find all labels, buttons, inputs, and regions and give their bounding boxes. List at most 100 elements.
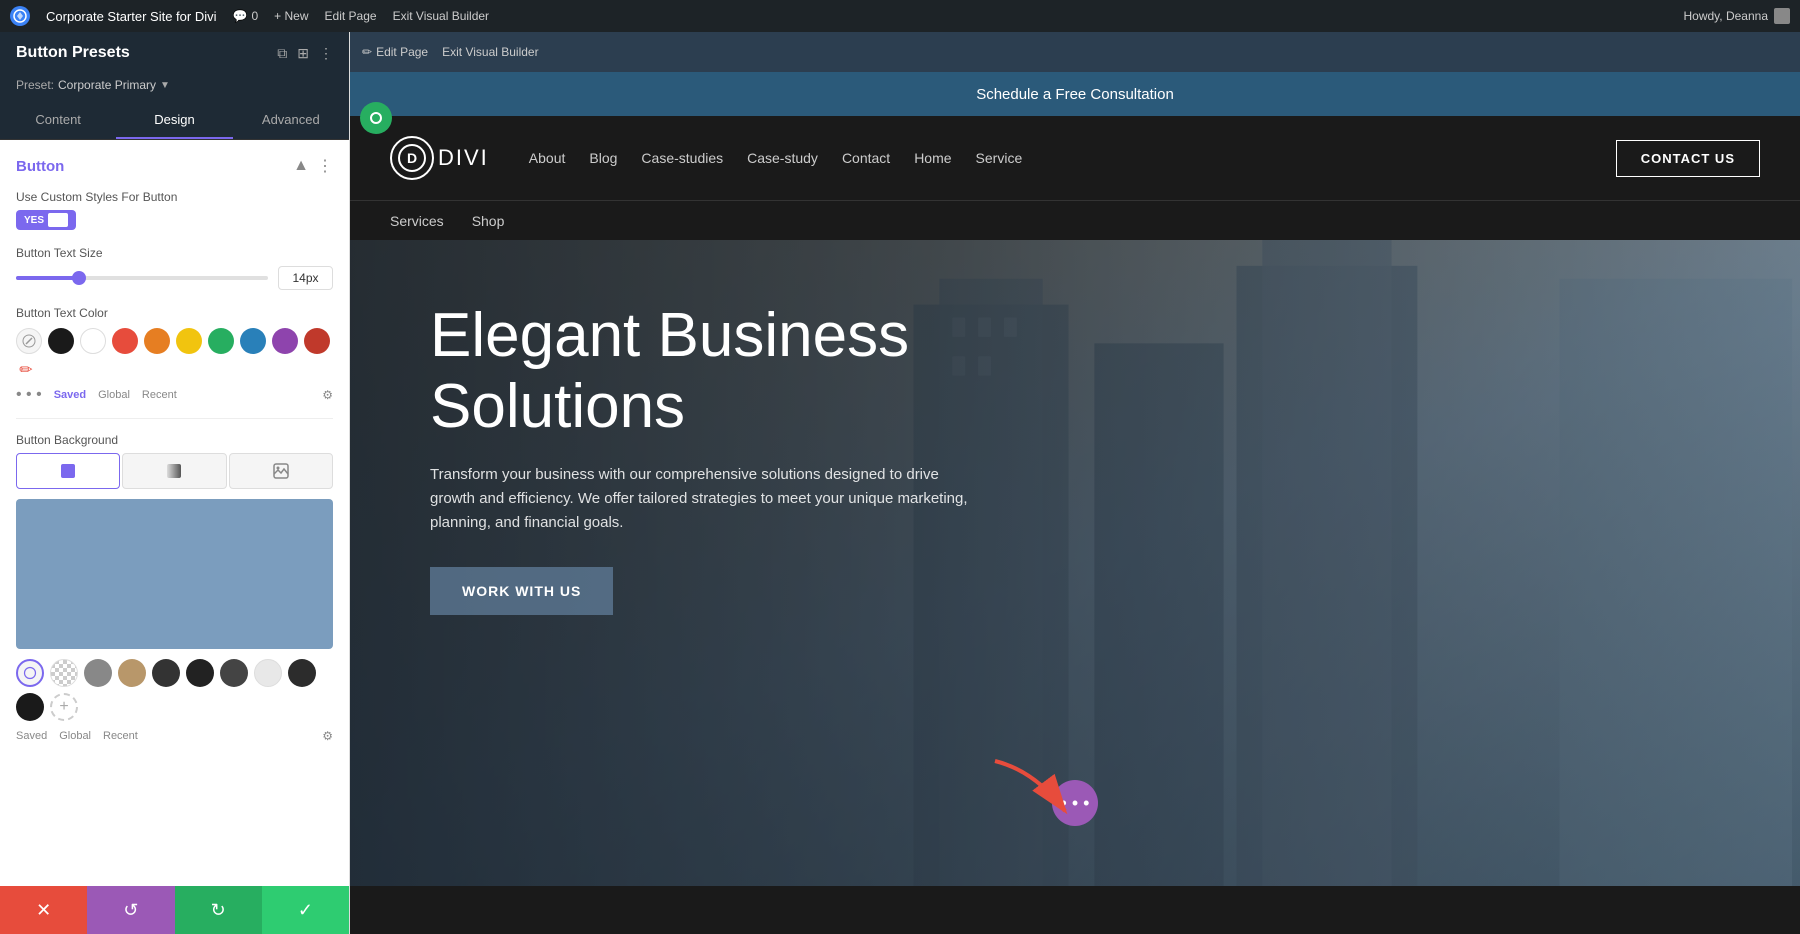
eyedropper-swatch[interactable] — [16, 328, 42, 354]
columns-icon[interactable]: ⊞ — [297, 45, 309, 62]
transparent-swatch[interactable] — [50, 659, 78, 687]
saved-color-tab[interactable]: Saved — [54, 389, 86, 401]
global-color-tab[interactable]: Global — [98, 389, 130, 401]
nav-blog[interactable]: Blog — [589, 150, 617, 166]
bottom-color-row: + — [16, 659, 333, 721]
tab-design[interactable]: Design — [116, 102, 232, 139]
slider-fill — [16, 276, 79, 280]
wp-logo-icon[interactable] — [10, 6, 30, 26]
edit-pencil-icon: ✏ — [362, 45, 372, 59]
panel-preset: Preset: Corporate Primary ▼ — [0, 74, 349, 102]
nav-service[interactable]: Service — [976, 150, 1023, 166]
panel-header: Button Presets ⧉ ⊞ ⋮ — [0, 32, 349, 74]
preset-label: Preset: — [16, 78, 54, 92]
divi-edit-page[interactable]: ✏ Edit Page — [362, 45, 428, 59]
collapse-icon[interactable]: ▲ — [293, 157, 309, 175]
darkchar2-swatch[interactable] — [16, 693, 44, 721]
reset-button[interactable]: ↺ — [87, 886, 174, 934]
nav-shop[interactable]: Shop — [472, 213, 505, 229]
tab-advanced[interactable]: Advanced — [233, 102, 349, 139]
active-eyedropper[interactable] — [16, 659, 44, 687]
comments-link[interactable]: 💬 0 — [233, 9, 259, 23]
more-colors-icon[interactable]: • • • — [16, 386, 42, 404]
cancel-button[interactable]: ✕ — [0, 886, 87, 934]
nav-case-study[interactable]: Case-study — [747, 150, 818, 166]
contact-us-button[interactable]: CONTACT US — [1616, 140, 1760, 177]
black-swatch[interactable] — [48, 328, 74, 354]
site-logo[interactable]: D DIVI — [390, 136, 489, 180]
color-settings-icon[interactable]: ⚙ — [322, 388, 333, 402]
nav-case-studies[interactable]: Case-studies — [641, 150, 723, 166]
hero-section: Elegant Business Solutions Transform you… — [350, 240, 1800, 886]
bg-saved-tab[interactable]: Saved — [16, 730, 47, 742]
add-color-button[interactable]: + — [50, 693, 78, 721]
bg-image-tab[interactable] — [229, 453, 333, 489]
nav-services[interactable]: Services — [390, 213, 444, 229]
recent-color-tab[interactable]: Recent — [142, 389, 177, 401]
blue-swatch[interactable] — [240, 328, 266, 354]
divi-exit-builder[interactable]: Exit Visual Builder — [442, 45, 539, 59]
text-color-section: Button Text Color ✏ — [16, 306, 333, 404]
panel-header-icons: ⧉ ⊞ ⋮ — [277, 45, 333, 62]
custom-styles-toggle[interactable]: YES — [16, 210, 76, 230]
hero-title: Elegant Business Solutions — [430, 300, 970, 443]
preset-value[interactable]: Corporate Primary — [58, 78, 156, 92]
darkgray-swatch[interactable] — [152, 659, 180, 687]
wp-admin-bar: Corporate Starter Site for Divi 💬 0 + Ne… — [0, 0, 1800, 32]
pink-swatch[interactable] — [304, 328, 330, 354]
right-content: ✏ Edit Page Exit Visual Builder Schedule… — [350, 32, 1800, 934]
charcoal-swatch[interactable] — [220, 659, 248, 687]
hero-cta-button[interactable]: WORK WITH US — [430, 567, 613, 615]
logo-circle: D — [390, 136, 434, 180]
button-bg-section: Button Background — [16, 433, 333, 743]
bg-color-preview[interactable] — [16, 499, 333, 649]
gray-swatch[interactable] — [84, 659, 112, 687]
orange-swatch[interactable] — [144, 328, 170, 354]
nav-about[interactable]: About — [529, 150, 566, 166]
site-nav-links: About Blog Case-studies Case-study Conta… — [529, 150, 1616, 166]
purple-swatch[interactable] — [272, 328, 298, 354]
nav-contact[interactable]: Contact — [842, 150, 890, 166]
panel-content: Button ▲ ⋮ Use Custom Styles For Button … — [0, 140, 349, 886]
red-swatch[interactable] — [112, 328, 138, 354]
divi-dot-inner — [370, 112, 382, 124]
bg-gradient-tab[interactable] — [122, 453, 226, 489]
exit-builder-link[interactable]: Exit Visual Builder — [393, 9, 490, 23]
hero-subtitle: Transform your business with our compreh… — [430, 463, 970, 535]
copy-icon[interactable]: ⧉ — [277, 45, 287, 62]
text-size-slider-track[interactable] — [16, 276, 268, 280]
more-icon[interactable]: ⋮ — [319, 45, 333, 62]
top-bar-text[interactable]: Schedule a Free Consultation — [976, 86, 1174, 103]
new-link[interactable]: + New — [274, 9, 308, 23]
edit-page-link[interactable]: Edit Page — [325, 9, 377, 23]
yellow-swatch[interactable] — [176, 328, 202, 354]
main-layout: Button Presets ⧉ ⊞ ⋮ Preset: Corporate P… — [0, 32, 1800, 934]
save-button[interactable]: ✓ — [262, 886, 349, 934]
bg-color-tabs-row: Saved Global Recent ⚙ — [16, 729, 333, 743]
bg-color-gear-icon[interactable]: ⚙ — [322, 729, 333, 743]
bg-solid-tab[interactable] — [16, 453, 120, 489]
green-swatch[interactable] — [208, 328, 234, 354]
user-menu[interactable]: Howdy, Deanna — [1684, 8, 1791, 24]
white-swatch[interactable] — [80, 328, 106, 354]
site-name[interactable]: Corporate Starter Site for Divi — [46, 9, 217, 24]
toggle-yes-label: YES — [24, 215, 44, 226]
text-color-swatches: ✏ — [16, 328, 333, 380]
nav-home[interactable]: Home — [914, 150, 951, 166]
floating-action-button[interactable]: • • • — [1052, 780, 1098, 826]
slider-thumb[interactable] — [72, 271, 86, 285]
bg-recent-tab[interactable]: Recent — [103, 730, 138, 742]
text-size-input[interactable] — [278, 266, 333, 290]
bg-global-tab[interactable]: Global — [59, 730, 91, 742]
tan-swatch[interactable] — [118, 659, 146, 687]
darkchar-swatch[interactable] — [288, 659, 316, 687]
offwhite-swatch[interactable] — [254, 659, 282, 687]
darkgray2-swatch[interactable] — [186, 659, 214, 687]
divi-logo-dot[interactable] — [360, 102, 392, 134]
text-color-label: Button Text Color — [16, 306, 333, 320]
tab-content[interactable]: Content — [0, 102, 116, 139]
button-section-header: Button ▲ ⋮ — [16, 156, 333, 176]
section-more-icon[interactable]: ⋮ — [317, 156, 333, 176]
color-pencil-icon[interactable]: ✏ — [16, 360, 36, 380]
redo-button[interactable]: ↻ — [175, 886, 262, 934]
